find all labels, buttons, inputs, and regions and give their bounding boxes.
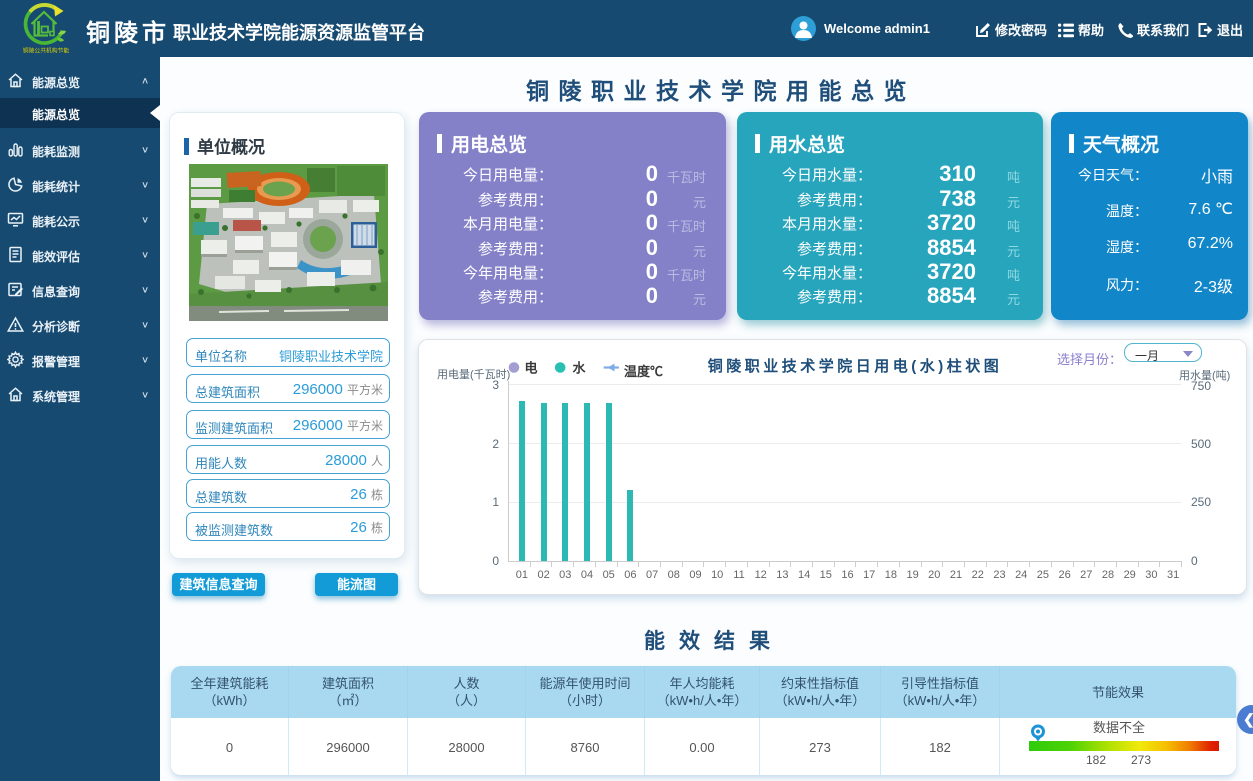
svg-text:电: 电: [525, 361, 538, 376]
svg-text:水: 水: [573, 361, 587, 376]
svg-text:铜陵公共机构节能: 铜陵公共机构节能: [23, 47, 70, 55]
